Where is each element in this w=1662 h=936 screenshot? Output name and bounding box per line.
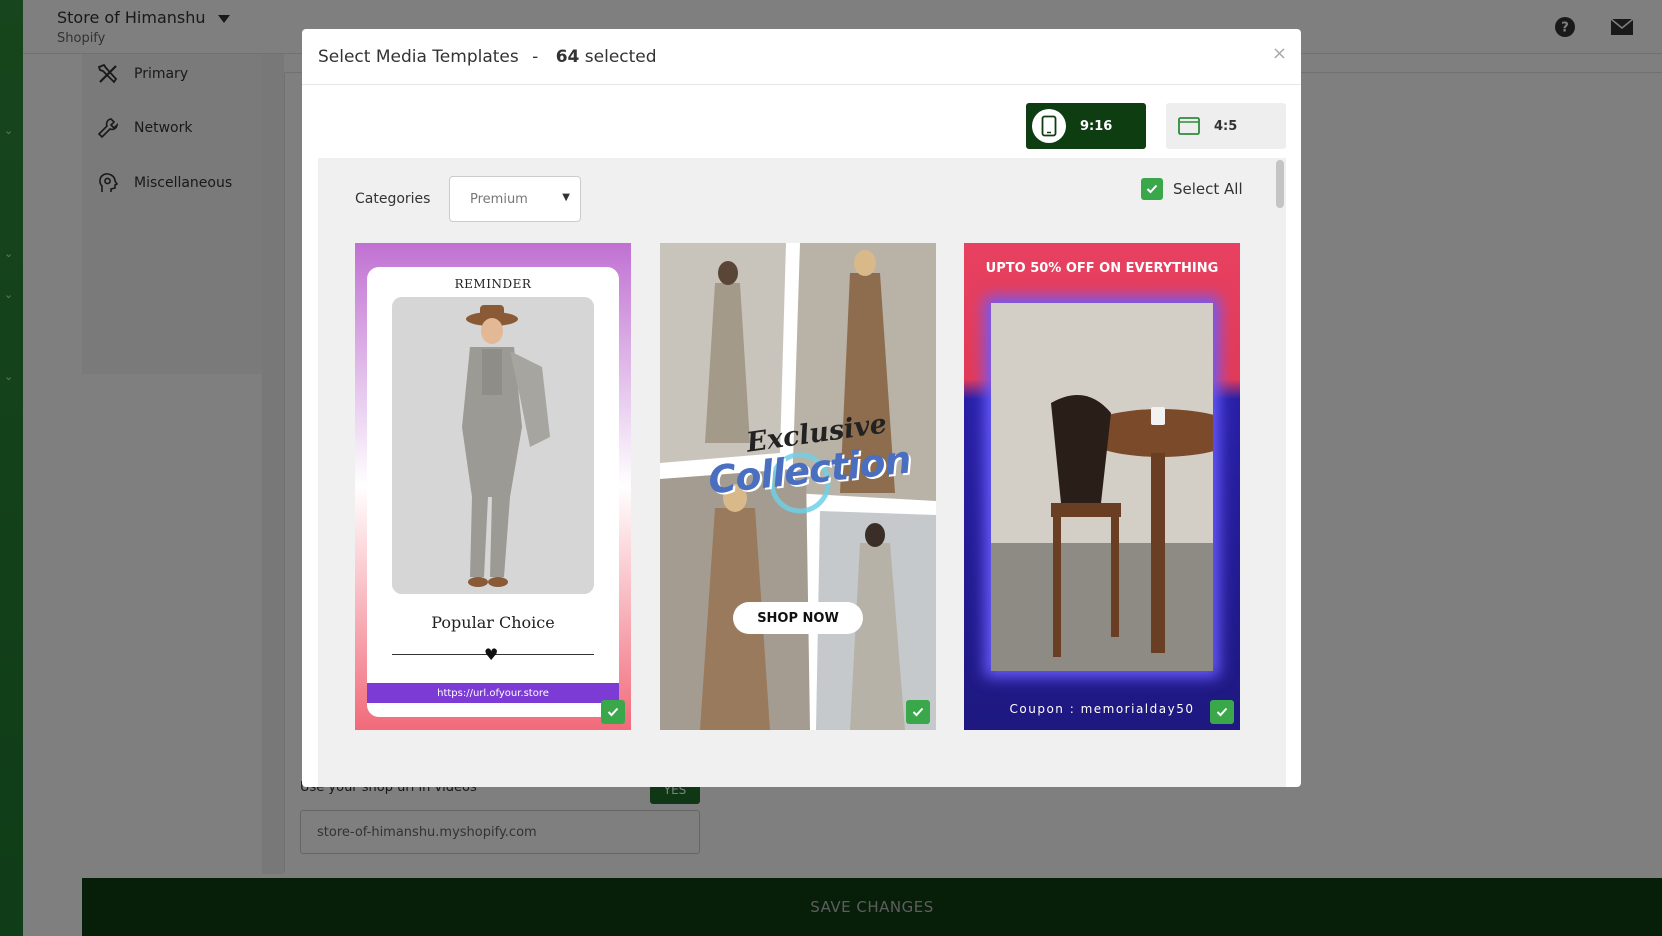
template-card-exclusive-collection[interactable]: Exclusive Collection SHOP NOW xyxy=(660,243,936,730)
popular-choice-text: Popular Choice xyxy=(431,613,555,632)
checkmark-icon[interactable] xyxy=(906,700,930,724)
ratio-4-5-button[interactable]: 4:5 xyxy=(1166,103,1286,149)
category-select[interactable]: Premium ▼ xyxy=(449,176,581,222)
fashion-model-image xyxy=(392,297,594,594)
modal-header: Select Media Templates - 64 selected × xyxy=(302,29,1301,85)
ratio-9-16-button[interactable]: 9:16 xyxy=(1026,103,1146,149)
select-media-templates-modal: Select Media Templates - 64 selected × 9… xyxy=(302,29,1301,787)
chair-table-image xyxy=(991,303,1213,671)
checkmark-icon[interactable] xyxy=(1210,700,1234,724)
ratio-label: 9:16 xyxy=(1080,118,1113,134)
coupon-code-text: Coupon : memorialday50 xyxy=(1009,702,1195,716)
select-all-label: Select All xyxy=(1173,180,1243,198)
checkmark-icon xyxy=(1141,178,1163,200)
categories-label: Categories xyxy=(355,191,431,207)
checkmark-icon[interactable] xyxy=(601,700,625,724)
chevron-down-icon: ▼ xyxy=(562,192,570,203)
scrollbar-thumb[interactable] xyxy=(1276,160,1284,208)
reminder-heading: REMINDER xyxy=(454,277,532,291)
selected-suffix: selected xyxy=(584,47,657,67)
ratio-label: 4:5 xyxy=(1214,118,1238,134)
select-all-checkbox[interactable]: Select All xyxy=(1141,178,1243,200)
window-landscape-icon xyxy=(1178,117,1200,135)
sale-headline: UPTO 50% OFF ON EVERYTHING xyxy=(985,261,1219,276)
template-url-bar: https://url.ofyour.store xyxy=(367,683,619,703)
reminder-frame: REMINDER Popular Choice ♥ https://url.of… xyxy=(367,267,619,717)
shop-now-pill: SHOP NOW xyxy=(733,602,863,634)
template-card-sale[interactable]: UPTO 50% OFF ON EVERYTHING Coupon : memo… xyxy=(964,243,1240,730)
modal-title-text: Select Media Templates xyxy=(318,47,519,67)
selected-count: 64 xyxy=(555,47,580,67)
title-separator: - xyxy=(532,47,539,67)
modal-title: Select Media Templates - 64 selected xyxy=(318,47,657,67)
phone-portrait-icon xyxy=(1032,109,1066,143)
template-gallery: Categories Premium ▼ Select All REMINDER xyxy=(318,158,1286,787)
heart-icon: ♥ xyxy=(484,645,499,664)
category-selected-value: Premium xyxy=(470,191,528,207)
template-card-reminder[interactable]: REMINDER Popular Choice ♥ https://url.of… xyxy=(355,243,631,730)
close-icon[interactable]: × xyxy=(1272,43,1287,64)
